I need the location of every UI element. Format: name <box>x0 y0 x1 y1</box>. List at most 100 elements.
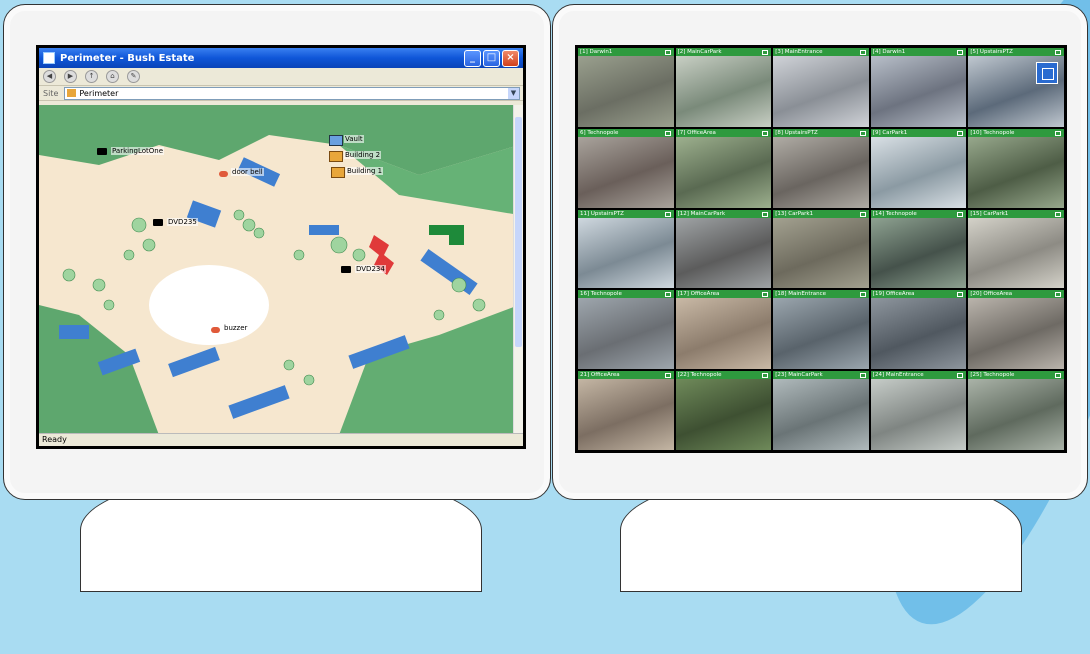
camera-tile[interactable]: [23] MainCarPark <box>773 371 869 450</box>
camera-tile-label: 11] UpstairsPTZ <box>580 210 624 217</box>
camera-feed-image <box>773 56 869 127</box>
camera-tile[interactable]: [12] MainCarPark <box>675 209 772 289</box>
tile-maximize-icon[interactable] <box>664 292 671 298</box>
tile-maximize-icon[interactable] <box>1054 373 1061 379</box>
camera-tile[interactable]: [10] Technopole <box>968 128 1064 208</box>
site-map[interactable]: Vault Building 2 Building 1 ParkingLotOn… <box>39 105 514 434</box>
vault-marker-icon[interactable] <box>329 135 343 146</box>
tile-maximize-icon[interactable] <box>957 373 964 379</box>
camera-tile[interactable]: [4] Darwin1 <box>870 48 967 127</box>
camera-tile[interactable]: [25] Technopole <box>968 371 1064 450</box>
chevron-down-icon[interactable]: ▼ <box>508 87 519 99</box>
camera-tile-label: 16] Technopole <box>580 291 622 298</box>
up-icon[interactable]: ↑ <box>85 70 98 83</box>
tile-maximize-icon[interactable] <box>859 50 866 55</box>
tile-maximize-icon[interactable] <box>664 373 671 379</box>
tile-maximize-icon[interactable] <box>859 130 866 136</box>
building-marker-icon[interactable] <box>329 151 343 162</box>
camera-marker-icon[interactable] <box>153 219 163 226</box>
camera-tile[interactable]: 16] Technopole <box>578 290 674 370</box>
building-marker-icon[interactable] <box>331 167 345 178</box>
camera-tile[interactable]: [9] CarPark1 <box>870 128 967 208</box>
map-window-titlebar[interactable]: Perimeter - Bush Estate _ □ × <box>39 48 523 68</box>
tile-maximize-icon[interactable] <box>762 211 769 217</box>
status-bar: Ready <box>39 433 523 446</box>
close-button[interactable]: × <box>502 49 519 67</box>
notes-icon[interactable]: ✎ <box>127 70 140 83</box>
woodland-area <box>39 305 159 434</box>
tile-maximize-icon[interactable] <box>957 292 964 298</box>
tile-maximize-icon[interactable] <box>664 130 671 136</box>
open-field <box>149 265 269 345</box>
camera-tile[interactable]: [1] Darwin1 <box>578 48 674 127</box>
tile-maximize-icon[interactable] <box>664 50 671 55</box>
tile-maximize-icon[interactable] <box>1054 50 1061 55</box>
camera-tile[interactable]: [17] OfficeArea <box>675 290 772 370</box>
camera-marker-icon[interactable] <box>97 148 107 155</box>
site-value: Perimeter <box>79 88 119 98</box>
camera-marker-icon[interactable] <box>341 266 351 273</box>
marker-label-buzzer: buzzer <box>223 324 249 332</box>
tile-maximize-icon[interactable] <box>859 211 866 217</box>
camera-tile-header: [23] MainCarPark <box>773 371 869 380</box>
camera-tile[interactable]: [13] CarPark1 <box>773 209 869 289</box>
maximize-button[interactable]: □ <box>483 49 500 67</box>
camera-tile-label: 6] Technopole <box>580 129 619 136</box>
camera-tile[interactable]: 21] OfficeArea <box>578 371 674 450</box>
camera-tile-label: [23] MainCarPark <box>775 372 823 379</box>
tile-maximize-icon[interactable] <box>1054 292 1061 298</box>
minimize-button[interactable]: _ <box>464 49 481 67</box>
camera-tile[interactable]: [5] UpstairsPTZ <box>968 48 1064 127</box>
tile-maximize-icon[interactable] <box>957 211 964 217</box>
ptz-control-icon[interactable] <box>1035 62 1058 84</box>
camera-tile-label: [2] MainCarPark <box>677 49 722 55</box>
camera-tile-header: 6] Technopole <box>578 128 674 137</box>
camera-tile[interactable]: [22] Technopole <box>675 371 772 450</box>
tile-maximize-icon[interactable] <box>762 50 769 55</box>
tile-maximize-icon[interactable] <box>762 130 769 136</box>
tile-maximize-icon[interactable] <box>1054 130 1061 136</box>
camera-tile[interactable]: [2] MainCarPark <box>675 48 772 127</box>
camera-tile[interactable]: [19] OfficeArea <box>870 290 967 370</box>
camera-tile[interactable]: [3] MainEntrance <box>773 48 869 127</box>
alarm-marker-icon[interactable] <box>219 171 228 177</box>
camera-feed-image <box>578 136 674 208</box>
camera-tile-header: [9] CarPark1 <box>870 128 967 137</box>
camera-tile-header: [20] OfficeArea <box>968 290 1064 299</box>
tile-maximize-icon[interactable] <box>664 211 671 217</box>
tile-maximize-icon[interactable] <box>859 292 866 298</box>
camera-tile[interactable]: [8] UpstairsPTZ <box>773 128 869 208</box>
forward-icon[interactable]: ▶ <box>64 70 77 83</box>
camera-tile[interactable]: [14] Technopole <box>870 209 967 289</box>
camera-tile-label: [25] Technopole <box>970 372 1015 379</box>
tile-maximize-icon[interactable] <box>1054 211 1061 217</box>
camera-tile[interactable]: [15] CarPark1 <box>968 209 1064 289</box>
back-icon[interactable]: ◀ <box>43 70 56 83</box>
camera-tile[interactable]: [24] MainEntrance <box>870 371 967 450</box>
marker-label-dvd235: DVD235 <box>167 218 198 226</box>
toolbar: ◀ ▶ ↑ ⌂ ✎ <box>39 68 523 86</box>
camera-tile-header: [17] OfficeArea <box>675 290 772 299</box>
camera-tile-header: [8] UpstairsPTZ <box>773 128 869 137</box>
site-select[interactable]: Perimeter ▼ <box>64 86 520 100</box>
map-scrollbar[interactable] <box>513 105 523 434</box>
camera-tile[interactable]: 11] UpstairsPTZ <box>578 209 674 289</box>
alarm-marker-icon[interactable] <box>211 327 220 333</box>
camera-tile-header: [25] Technopole <box>968 371 1064 380</box>
home-icon[interactable]: ⌂ <box>106 70 119 83</box>
camera-tile[interactable]: 6] Technopole <box>578 128 674 208</box>
tile-maximize-icon[interactable] <box>762 373 769 379</box>
tile-maximize-icon[interactable] <box>957 50 964 55</box>
camera-tile-label: [20] OfficeArea <box>970 291 1013 298</box>
tile-maximize-icon[interactable] <box>957 130 964 136</box>
camera-tile[interactable]: [18] MainEntrance <box>773 290 869 370</box>
woodland-area <box>39 105 514 175</box>
tile-maximize-icon[interactable] <box>859 373 866 379</box>
camera-feed-image <box>870 56 967 127</box>
tile-maximize-icon[interactable] <box>762 292 769 298</box>
scrollbar-thumb[interactable] <box>515 117 522 347</box>
camera-tile-header: [3] MainEntrance <box>773 48 869 56</box>
camera-tile[interactable]: [7] OfficeArea <box>675 128 772 208</box>
camera-tile[interactable]: [20] OfficeArea <box>968 290 1064 370</box>
camera-tile-header: [24] MainEntrance <box>870 371 967 380</box>
